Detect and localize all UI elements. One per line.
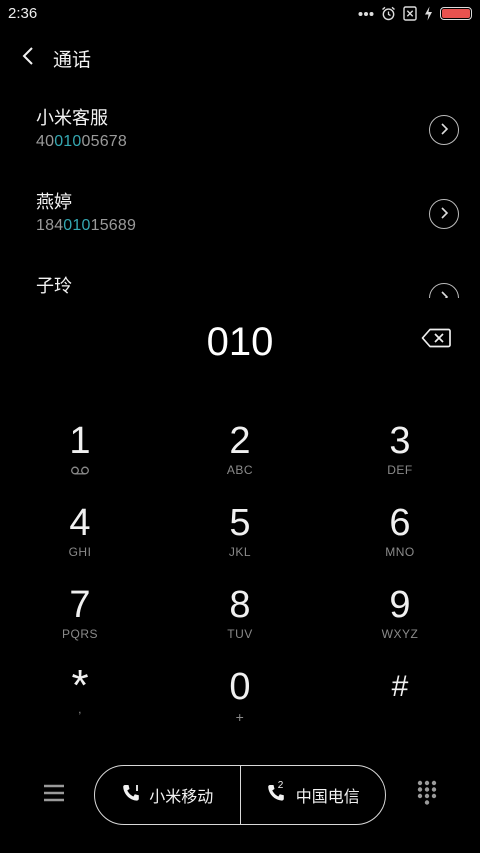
key-digit: 7	[69, 584, 91, 626]
no-sim-icon	[403, 6, 417, 21]
contact-detail-button[interactable]	[429, 115, 459, 145]
back-button[interactable]	[12, 42, 44, 74]
contact-name: 小米客服	[36, 108, 108, 129]
number-suffix: 05678	[81, 133, 127, 150]
contact-item[interactable]: 子玲	[0, 264, 480, 298]
key-digit: 6	[389, 502, 411, 544]
call-sim2-button[interactable]: 2 中国电信	[239, 766, 386, 824]
status-icons	[358, 6, 472, 21]
alarm-icon	[381, 6, 396, 21]
contact-number: 18401015689	[36, 217, 136, 235]
key-digit: #	[391, 670, 409, 703]
contact-detail-button[interactable]	[429, 283, 459, 298]
key-3[interactable]: 3 DEF	[330, 420, 470, 496]
key-letters: DEF	[387, 463, 413, 477]
key-0[interactable]: 0 +	[170, 666, 310, 742]
bottom-bar: 小米移动 2 中国电信	[0, 764, 480, 826]
dialpad-grid-icon	[416, 780, 438, 810]
number-match: 010	[63, 217, 91, 234]
contact-suggestion-list: 小米客服 4001005678 燕婷 18401015689 子玲	[0, 96, 480, 298]
key-2[interactable]: 2 ABC	[170, 420, 310, 496]
key-letters: GHI	[68, 545, 92, 559]
key-star[interactable]: * ,	[10, 662, 150, 742]
sim2-badge: 2	[277, 780, 284, 791]
chevron-left-icon	[21, 46, 35, 70]
status-bar: 2:36	[0, 0, 480, 28]
key-letters: +	[235, 709, 245, 725]
chevron-right-icon	[439, 121, 449, 140]
key-letters: MNO	[385, 545, 415, 559]
key-digit: 8	[229, 584, 251, 626]
contact-name: 子玲	[36, 276, 72, 297]
number-suffix: 15689	[90, 217, 137, 234]
header: 通话	[0, 40, 480, 76]
sim1-label: 小米移动	[149, 787, 214, 806]
key-digit: 4	[69, 502, 91, 544]
key-letters: ABC	[226, 463, 254, 477]
key-1[interactable]: 1	[10, 420, 150, 496]
backspace-icon	[421, 328, 451, 352]
key-digit: 9	[389, 584, 411, 626]
dialed-number: 010	[206, 320, 274, 364]
contact-item[interactable]: 燕婷 18401015689	[0, 180, 480, 264]
key-letters: PQRS	[61, 627, 98, 641]
keypad: 1 2 ABC 3 DEF 4 GHI 5 JKL 6 MNO 7 PQRS 8…	[0, 410, 480, 740]
sim2-label: 中国电信	[295, 787, 360, 806]
phone-sim1-icon	[121, 783, 141, 807]
charging-icon	[424, 6, 433, 21]
battery-fill	[442, 9, 470, 18]
menu-icon	[42, 783, 66, 807]
key-letters: ,	[78, 702, 82, 716]
chevron-right-icon	[439, 289, 449, 298]
number-match: 010	[54, 133, 82, 150]
key-5[interactable]: 5 JKL	[170, 502, 310, 578]
battery-icon	[440, 7, 472, 20]
voicemail-icon	[10, 466, 150, 475]
chevron-right-icon	[439, 205, 449, 224]
call-sim1-button[interactable]: 小米移动	[95, 766, 240, 824]
key-6[interactable]: 6 MNO	[330, 502, 470, 578]
key-letters: JKL	[228, 545, 252, 559]
backspace-button[interactable]	[420, 328, 452, 352]
page-title: 通话	[53, 49, 92, 71]
key-4[interactable]: 4 GHI	[10, 502, 150, 578]
contact-item[interactable]: 小米客服 4001005678	[0, 96, 480, 180]
dialpad-toggle-button[interactable]	[413, 780, 441, 810]
key-digit: 3	[389, 420, 411, 462]
number-prefix: 184	[36, 217, 64, 234]
phone-sim2-icon: 2	[266, 780, 288, 807]
key-hash[interactable]: #	[330, 666, 470, 742]
contact-detail-button[interactable]	[429, 199, 459, 229]
key-9[interactable]: 9 WXYZ	[330, 584, 470, 660]
more-dots-icon	[358, 11, 374, 17]
key-digit: 5	[229, 502, 251, 544]
key-digit: 2	[229, 420, 251, 462]
key-digit: 0	[229, 666, 251, 708]
dial-display: 010	[0, 318, 480, 368]
key-letters: WXYZ	[381, 627, 419, 641]
menu-button[interactable]	[40, 781, 68, 809]
status-time: 2:36	[8, 5, 38, 22]
number-prefix: 40	[36, 133, 55, 150]
key-7[interactable]: 7 PQRS	[10, 584, 150, 660]
contact-name: 燕婷	[36, 192, 72, 213]
key-8[interactable]: 8 TUV	[170, 584, 310, 660]
call-button-group: 小米移动 2 中国电信	[94, 765, 386, 825]
contact-number: 4001005678	[36, 133, 127, 151]
key-digit: 1	[69, 420, 91, 462]
key-digit: *	[71, 661, 89, 710]
key-letters: TUV	[227, 627, 253, 641]
